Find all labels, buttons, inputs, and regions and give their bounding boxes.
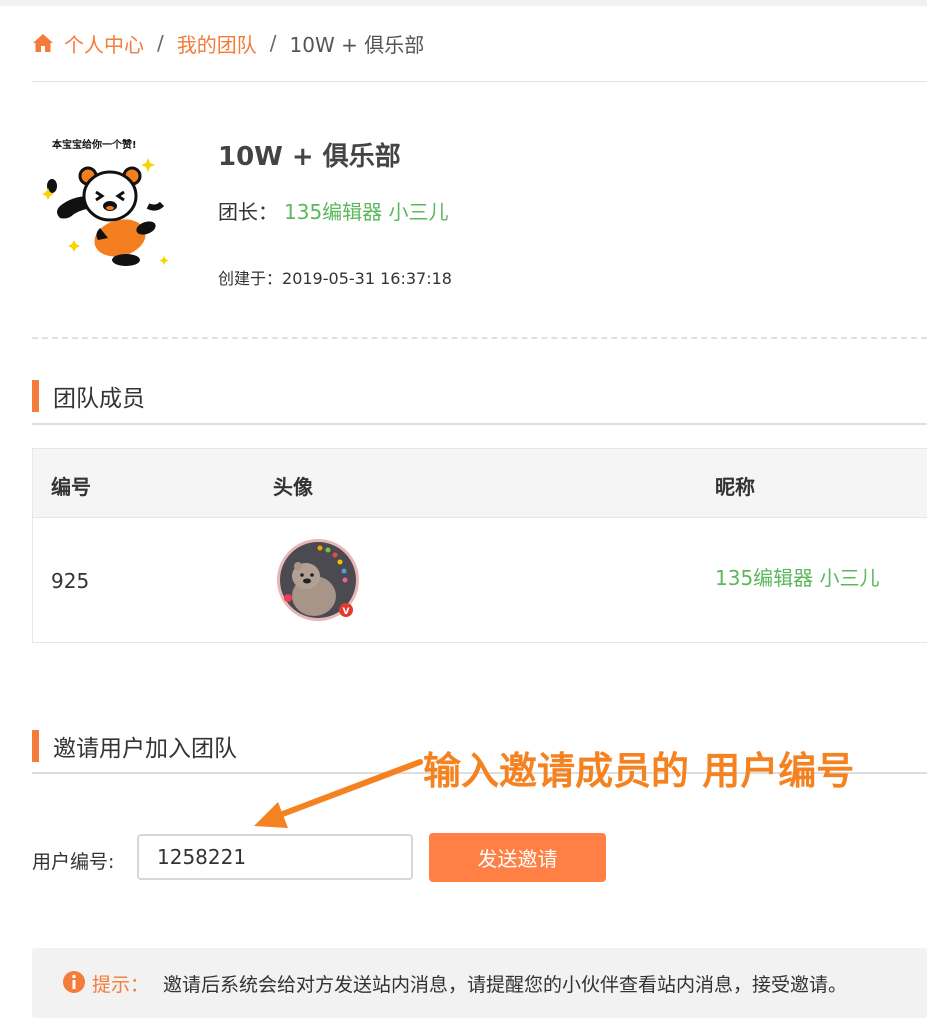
team-leader: 团长： 135编辑器 小三儿 — [218, 196, 449, 225]
dashed-divider — [32, 337, 927, 339]
annotation-arrow-icon — [254, 759, 423, 828]
section-underline — [32, 423, 927, 425]
members-table: 编号 头像 昵称 925 V 135编辑器 小三儿 — [32, 448, 927, 643]
section-accent-bar — [32, 380, 39, 412]
member-id: 925 — [51, 569, 90, 593]
info-icon — [63, 971, 85, 993]
section-accent-bar — [32, 730, 39, 762]
column-header-id: 编号 — [51, 475, 91, 499]
mascot-caption: 本宝宝给你一个赞! — [52, 138, 137, 151]
divider — [32, 81, 927, 82]
table-header: 编号 头像 昵称 — [33, 449, 927, 518]
svg-text:V: V — [343, 607, 350, 617]
leader-label: 团长： — [218, 200, 278, 224]
section-title-text: 团队成员 — [53, 386, 145, 412]
breadcrumb: 个人中心 / 我的团队 / 10W + 俱乐部 — [32, 29, 425, 58]
member-nickname-link[interactable]: 135编辑器 小三儿 — [715, 562, 880, 591]
annotation-text: 输入邀请成员的 用户编号 — [423, 749, 855, 793]
section-title-text: 邀请用户加入团队 — [53, 736, 237, 762]
breadcrumb-my-team[interactable]: 我的团队 — [177, 29, 257, 58]
user-id-label: 用户编号: — [32, 851, 115, 873]
created-label: 创建于： — [218, 269, 283, 288]
top-strip — [0, 0, 927, 6]
tip-label: 提示： — [92, 974, 150, 996]
breadcrumb-current: 10W + 俱乐部 — [289, 32, 425, 57]
created-date: 创建于：2019-05-31 16:37:18 — [218, 265, 452, 289]
team-logo-panda: 本宝宝给你一个赞! — [42, 138, 169, 266]
section-title-members: 团队成员 — [32, 380, 145, 412]
section-title-invite: 邀请用户加入团队 — [32, 730, 237, 762]
created-value: 2019-05-31 16:37:18 — [282, 269, 452, 288]
user-id-input[interactable] — [137, 834, 413, 880]
member-avatar[interactable]: V — [276, 538, 360, 622]
breadcrumb-personal-center[interactable]: 个人中心 — [64, 29, 144, 58]
column-header-nickname: 昵称 — [715, 475, 755, 499]
breadcrumb-separator: / — [269, 31, 277, 55]
leader-name-link[interactable]: 135编辑器 小三儿 — [284, 200, 449, 224]
team-name: 10W + 俱乐部 — [218, 142, 401, 172]
column-header-avatar: 头像 — [273, 475, 313, 499]
send-invite-button[interactable]: 发送邀请 — [429, 833, 606, 882]
breadcrumb-separator: / — [157, 31, 164, 55]
tip-box: 提示： 邀请后系统会给对方发送站内消息，请提醒您的小伙伴查看站内消息，接受邀请。 — [32, 948, 927, 1018]
tip-message: 邀请后系统会给对方发送站内消息，请提醒您的小伙伴查看站内消息，接受邀请。 — [163, 974, 848, 996]
home-icon[interactable] — [32, 33, 54, 53]
